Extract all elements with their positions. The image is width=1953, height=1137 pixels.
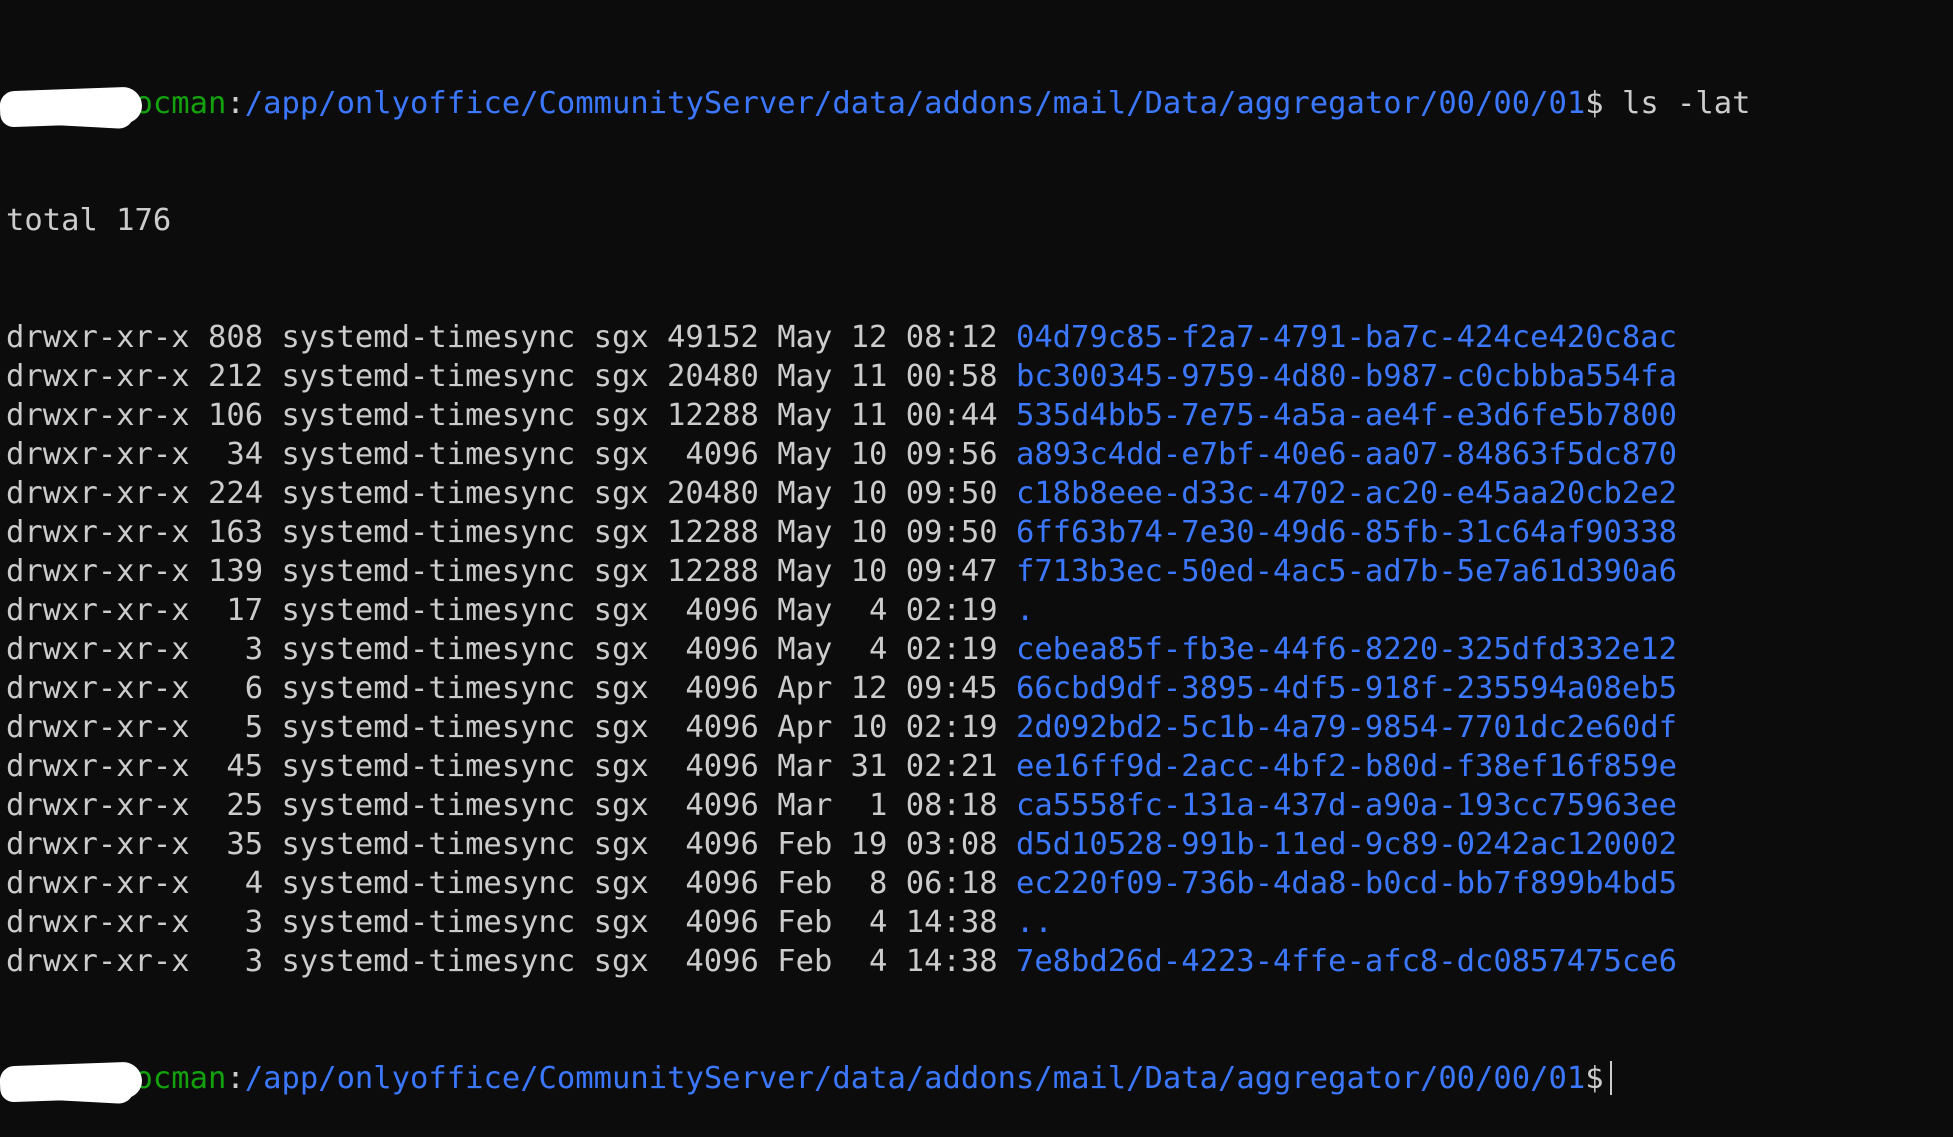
row-metadata: drwxr-xr-x 163 systemd-timesync sgx 1228… <box>6 515 1016 550</box>
row-metadata: drwxr-xr-x 3 systemd-timesync sgx 4096 M… <box>6 632 1016 667</box>
prompt-line-current: admin@docman:/app/onlyoffice/CommunitySe… <box>0 1059 1751 1105</box>
listing-row: drwxr-xr-x 212 systemd-timesync sgx 2048… <box>6 357 1751 396</box>
directory-name: a893c4dd-e7bf-40e6-aa07-84863f5dc870 <box>1015 437 1678 472</box>
listing-row: drwxr-xr-x 224 systemd-timesync sgx 2048… <box>6 474 1751 513</box>
listing-row: drwxr-xr-x 6 systemd-timesync sgx 4096 A… <box>6 669 1751 708</box>
row-metadata: drwxr-xr-x 106 systemd-timesync sgx 1228… <box>6 398 1016 433</box>
directory-name: 66cbd9df-3895-4df5-918f-235594a08eb5 <box>1015 671 1678 706</box>
row-metadata: drwxr-xr-x 25 systemd-timesync sgx 4096 … <box>6 788 1016 823</box>
listing-rows: drwxr-xr-x 808 systemd-timesync sgx 4915… <box>6 318 1751 981</box>
row-metadata: drwxr-xr-x 4 systemd-timesync sgx 4096 F… <box>6 866 1016 901</box>
listing-row: drwxr-xr-x 17 systemd-timesync sgx 4096 … <box>6 591 1751 630</box>
directory-name: ca5558fc-131a-437d-a90a-193cc75963ee <box>1015 788 1678 823</box>
directory-name: 2d092bd2-5c1b-4a79-9854-7701dc2e60df <box>1015 710 1678 745</box>
directory-name: bc300345-9759-4d80-b987-c0cbbba554fa <box>1015 359 1678 394</box>
prompt-path: /app/onlyoffice/CommunityServer/data/add… <box>244 86 1586 121</box>
listing-row: drwxr-xr-x 3 systemd-timesync sgx 4096 F… <box>6 903 1751 942</box>
listing-row: drwxr-xr-x 35 systemd-timesync sgx 4096 … <box>6 825 1751 864</box>
listing-row: drwxr-xr-x 25 systemd-timesync sgx 4096 … <box>6 786 1751 825</box>
command-text: ls -lat <box>1603 86 1751 121</box>
row-metadata: drwxr-xr-x 3 systemd-timesync sgx 4096 F… <box>6 905 1016 940</box>
directory-name: 535d4bb5-7e75-4a5a-ae4f-e3d6fe5b7800 <box>1015 398 1678 433</box>
prompt-line: admin@docman:/app/onlyoffice/CommunitySe… <box>0 84 1751 130</box>
directory-name: c18b8eee-d33c-4702-ac20-e45aa20cb2e2 <box>1015 476 1678 511</box>
listing-row: drwxr-xr-x 106 systemd-timesync sgx 1228… <box>6 396 1751 435</box>
listing-row: drwxr-xr-x 45 systemd-timesync sgx 4096 … <box>6 747 1751 786</box>
total-line: total 176 <box>6 203 172 238</box>
listing-row: drwxr-xr-x 139 systemd-timesync sgx 1228… <box>6 552 1751 591</box>
row-metadata: drwxr-xr-x 3 systemd-timesync sgx 4096 F… <box>6 944 1016 979</box>
listing-row: drwxr-xr-x 5 systemd-timesync sgx 4096 A… <box>6 708 1751 747</box>
redaction-mark <box>9 1067 135 1105</box>
directory-name: 6ff63b74-7e30-49d6-85fb-31c64af90338 <box>1015 515 1678 550</box>
row-metadata: drwxr-xr-x 224 systemd-timesync sgx 2048… <box>6 476 1016 511</box>
listing-row: drwxr-xr-x 808 systemd-timesync sgx 4915… <box>6 318 1751 357</box>
listing-row: drwxr-xr-x 3 systemd-timesync sgx 4096 M… <box>6 630 1751 669</box>
row-metadata: drwxr-xr-x 35 systemd-timesync sgx 4096 … <box>6 827 1016 862</box>
listing-row: drwxr-xr-x 3 systemd-timesync sgx 4096 F… <box>6 942 1751 981</box>
directory-name: 7e8bd26d-4223-4ffe-afc8-dc0857475ce6 <box>1015 944 1678 979</box>
row-metadata: drwxr-xr-x 139 systemd-timesync sgx 1228… <box>6 554 1016 589</box>
directory-name: f713b3ec-50ed-4ac5-ad7b-5e7a61d390a6 <box>1015 554 1678 589</box>
directory-name: ec220f09-736b-4da8-b0cd-bb7f899b4bd5 <box>1015 866 1678 901</box>
directory-name: d5d10528-991b-11ed-9c89-0242ac120002 <box>1015 827 1678 862</box>
prompt-path: /app/onlyoffice/CommunityServer/data/add… <box>244 1061 1586 1096</box>
directory-name: cebea85f-fb3e-44f6-8220-325dfd332e12 <box>1015 632 1678 667</box>
listing-row: drwxr-xr-x 163 systemd-timesync sgx 1228… <box>6 513 1751 552</box>
directory-name: ee16ff9d-2acc-4bf2-b80d-f38ef16f859e <box>1015 749 1678 784</box>
listing-row: drwxr-xr-x 34 systemd-timesync sgx 4096 … <box>6 435 1751 474</box>
row-metadata: drwxr-xr-x 34 systemd-timesync sgx 4096 … <box>6 437 1016 472</box>
directory-name: . <box>1015 593 1035 628</box>
row-metadata: drwxr-xr-x 17 systemd-timesync sgx 4096 … <box>6 593 1016 628</box>
prompt-colon: : <box>226 1061 245 1096</box>
terminal-output[interactable]: admin@docman:/app/onlyoffice/CommunitySe… <box>0 6 1751 1137</box>
prompt-user: admin <box>0 86 143 130</box>
directory-name: .. <box>1015 905 1053 940</box>
directory-name: 04d79c85-f2a7-4791-ba7c-424ce420c8ac <box>1015 320 1678 355</box>
prompt-symbol: $ <box>1585 86 1604 121</box>
row-metadata: drwxr-xr-x 5 systemd-timesync sgx 4096 A… <box>6 710 1016 745</box>
prompt-user: admin <box>0 1061 143 1105</box>
row-metadata: drwxr-xr-x 808 systemd-timesync sgx 4915… <box>6 320 1016 355</box>
row-metadata: drwxr-xr-x 45 systemd-timesync sgx 4096 … <box>6 749 1016 784</box>
redaction-mark <box>9 92 135 130</box>
row-metadata: drwxr-xr-x 6 systemd-timesync sgx 4096 A… <box>6 671 1016 706</box>
row-metadata: drwxr-xr-x 212 systemd-timesync sgx 2048… <box>6 359 1016 394</box>
prompt-symbol: $ <box>1585 1061 1604 1096</box>
text-cursor[interactable] <box>1609 1061 1612 1095</box>
prompt-colon: : <box>226 86 245 121</box>
listing-row: drwxr-xr-x 4 systemd-timesync sgx 4096 F… <box>6 864 1751 903</box>
